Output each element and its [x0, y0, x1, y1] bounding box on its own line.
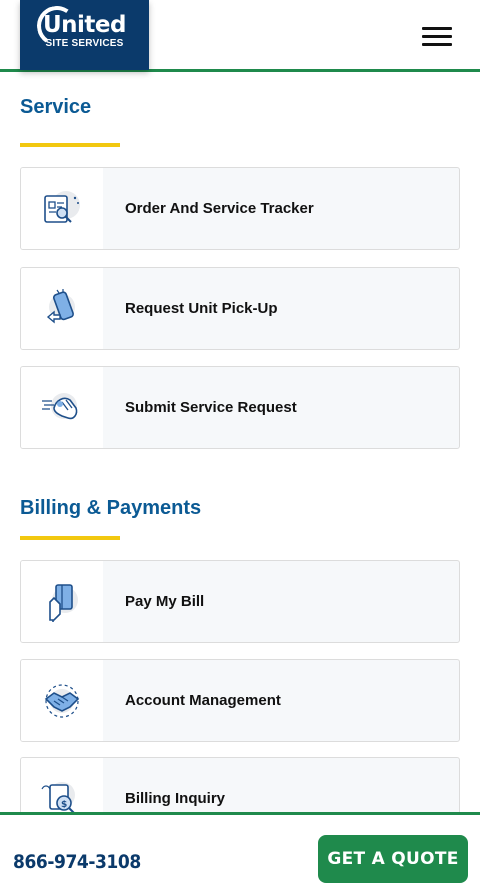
- icon-box: [21, 660, 103, 741]
- sticky-footer-bar: 866-974-3108 GET A QUOTE: [0, 812, 480, 896]
- card-label: Pay My Bill: [125, 593, 205, 610]
- svg-text:$: $: [61, 800, 67, 810]
- hand-tap-icon: [42, 393, 78, 420]
- section-underline: [20, 143, 120, 147]
- menu-line: [422, 35, 452, 38]
- logo-sub-text: SITE SERVICES: [45, 38, 124, 49]
- menu-line: [422, 27, 452, 30]
- icon-box: [21, 268, 103, 349]
- icon-box: [21, 561, 103, 642]
- page: United SITE SERVICES Service Order And S…: [0, 0, 480, 896]
- icon-box: [21, 367, 103, 448]
- phone-number-link[interactable]: 866-974-3108: [13, 851, 141, 873]
- card-label: Request Unit Pick-Up: [125, 300, 278, 317]
- site-header: United SITE SERVICES: [0, 0, 480, 72]
- section-title-billing: Billing & Payments: [20, 497, 202, 519]
- united-site-services-logo[interactable]: United SITE SERVICES: [20, 0, 149, 70]
- request-unit-pickup-card[interactable]: Request Unit Pick-Up: [20, 267, 460, 350]
- card-label: Account Management: [125, 692, 281, 709]
- account-management-card[interactable]: Account Management: [20, 659, 460, 742]
- order-service-tracker-card[interactable]: Order And Service Tracker: [20, 167, 460, 250]
- document-search-icon: [44, 191, 80, 223]
- section-title-service: Service: [20, 96, 92, 118]
- get-a-quote-button[interactable]: GET A QUOTE: [318, 835, 468, 883]
- hamburger-menu-icon[interactable]: [420, 24, 454, 48]
- card-label: Submit Service Request: [125, 399, 297, 416]
- pay-my-bill-card[interactable]: Pay My Bill: [20, 560, 460, 643]
- handshake-icon: [44, 684, 80, 718]
- section-underline: [20, 536, 120, 540]
- credit-card-hand-icon: [49, 584, 78, 622]
- menu-line: [422, 43, 452, 46]
- card-label: Order And Service Tracker: [125, 200, 314, 217]
- icon-box: [21, 168, 103, 249]
- submit-service-request-card[interactable]: Submit Service Request: [20, 366, 460, 449]
- phone-tap-icon: [46, 289, 75, 324]
- logo-main-text: United: [43, 12, 127, 38]
